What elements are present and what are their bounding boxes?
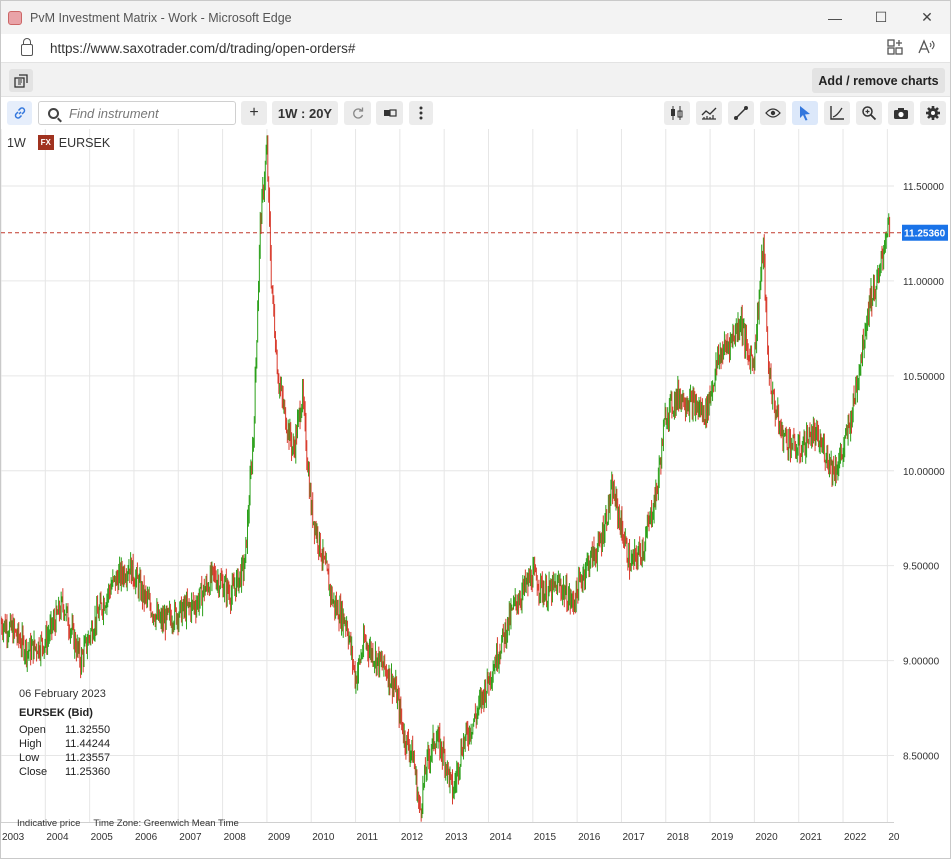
info-symbol: EURSEK (Bid) (19, 707, 93, 719)
ohlc-info-box: 06 February 2023 EURSEK (Bid) Open 11.325… (19, 687, 110, 779)
open-row: Open 11.32550 (19, 723, 110, 737)
search-icon (48, 107, 59, 119)
link-icon[interactable] (7, 101, 32, 125)
timezone-note: Time Zone: Greenwich Mean Time (93, 818, 239, 829)
title-bar: PvM Investment Matrix - Work - Microsoft… (1, 1, 950, 34)
x-tick-label: 2012 (401, 832, 424, 843)
eye-icon[interactable] (760, 101, 786, 125)
y-tick-label: 11.00000 (903, 277, 944, 288)
fx-badge: FX (37, 135, 54, 150)
high-label: High (19, 738, 42, 750)
x-tick-label: 2014 (489, 832, 512, 843)
x-tick-label: 2013 (445, 832, 468, 843)
x-tick-label: 2007 (179, 832, 202, 843)
x-tick-label: 2008 (224, 832, 247, 843)
x-tick-label: 2011 (357, 832, 379, 843)
high-row: High 11.44244 (19, 737, 110, 751)
close-row: Close 11.25360 (19, 765, 110, 779)
x-tick-label: 2003 (2, 832, 25, 843)
more-options-icon[interactable] (409, 101, 433, 125)
price-chart[interactable]: 11.50000 11.00000 10.50000 10.00000 9.50000 9… (1, 129, 950, 859)
interval-selector[interactable]: 1W : 20Y (272, 101, 338, 125)
symbol-label: EURSEK (58, 135, 111, 150)
x-tick-label: 2020 (755, 832, 778, 843)
axis-icon[interactable] (824, 101, 850, 125)
y-tick-label: 11.50000 (903, 182, 944, 193)
chart-header: 1W FX EURSEK (7, 135, 110, 150)
y-tick-label: 10.50000 (903, 372, 945, 383)
x-tick-label: 2017 (622, 832, 645, 843)
y-tick-label: 9.00000 (903, 657, 940, 668)
draw-line-icon[interactable] (728, 101, 754, 125)
close-value: 11.25360 (65, 766, 111, 778)
x-tick-label: 2018 (667, 832, 690, 843)
candlestick-icon[interactable] (664, 101, 690, 125)
high-value: 11.44244 (65, 738, 111, 750)
low-row: Low 11.23557 (19, 751, 110, 765)
low-value: 11.23557 (65, 752, 111, 764)
info-date: 06 February 2023 (19, 688, 106, 700)
settings-icon[interactable] (920, 101, 946, 125)
camera-icon[interactable] (888, 101, 914, 125)
refresh-icon[interactable] (344, 101, 371, 125)
chart-area[interactable]: 11.50000 11.00000 10.50000 10.00000 9.50000 9… (1, 129, 950, 859)
maximize-button[interactable]: ☐ (858, 1, 904, 34)
y-tick-label: 10.00000 (903, 467, 945, 478)
chart-top-bar: Add / remove charts (1, 63, 950, 97)
window-title: PvM Investment Matrix - Work - Microsoft… (30, 10, 292, 25)
close-label: Close (19, 766, 48, 778)
x-tick-label: 20 (888, 832, 900, 843)
search-input[interactable] (69, 105, 219, 121)
x-tick-label: 2010 (312, 832, 335, 843)
read-aloud-icon[interactable] (918, 39, 936, 57)
popout-icon[interactable] (9, 69, 33, 92)
indicators-icon[interactable] (696, 101, 722, 125)
x-tick-label: 2006 (135, 832, 158, 843)
y-tick-label: 8.50000 (903, 752, 940, 763)
layout-icon[interactable] (376, 101, 403, 125)
chart-toolbar: + 1W : 20Y (1, 98, 950, 129)
zoom-icon[interactable] (856, 101, 882, 125)
add-button[interactable]: + (241, 101, 267, 125)
cursor-icon[interactable] (792, 101, 818, 125)
x-tick-label: 2015 (534, 832, 557, 843)
open-value: 11.32550 (65, 724, 111, 736)
x-tick-label: 2019 (711, 832, 734, 843)
x-tick-label: 2016 (578, 832, 601, 843)
x-tick-label: 2021 (800, 832, 823, 843)
x-tick-label: 2004 (46, 832, 69, 843)
indicative-price-note: Indicative price (17, 818, 81, 829)
current-price-label: 11.25360 (904, 229, 946, 240)
y-tick-label: 9.50000 (903, 562, 940, 573)
app-available-icon[interactable] (886, 39, 904, 57)
browser-window: PvM Investment Matrix - Work - Microsoft… (0, 0, 951, 859)
address-bar: https://www.saxotrader.com/d/trading/ope… (1, 34, 950, 63)
url-field[interactable]: https://www.saxotrader.com/d/trading/ope… (50, 41, 886, 56)
minimize-button[interactable]: — (812, 1, 858, 34)
open-label: Open (19, 724, 46, 736)
x-tick-label: 2022 (844, 832, 867, 843)
interval-label: 1W (7, 135, 26, 150)
lock-icon[interactable] (21, 38, 33, 56)
x-tick-label: 2005 (91, 832, 114, 843)
low-label: Low (19, 752, 40, 764)
x-tick-label: 2009 (268, 832, 291, 843)
add-remove-charts-button[interactable]: Add / remove charts (812, 68, 945, 93)
close-button[interactable]: ✕ (904, 1, 950, 34)
app-icon (8, 10, 22, 25)
chart-footer: Indicative price Time Zone: Greenwich Me… (17, 818, 239, 829)
instrument-search[interactable] (38, 101, 236, 125)
